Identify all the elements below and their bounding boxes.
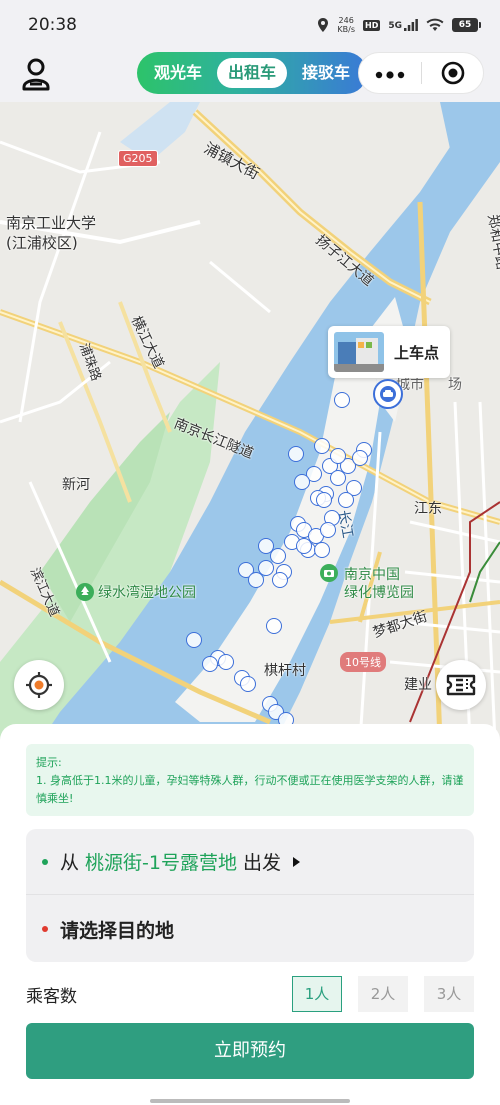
net-speed-value: 246 xyxy=(338,16,354,25)
signal-icon xyxy=(404,19,418,31)
departure-dot xyxy=(42,858,48,865)
target-close-icon xyxy=(441,61,464,85)
wetland-park-text: 绿水湾湿地公园 xyxy=(98,585,196,601)
passenger-option-2[interactable]: 2人 xyxy=(358,976,408,1012)
vehicle-marker[interactable] xyxy=(270,548,286,564)
vehicle-marker[interactable] xyxy=(338,492,354,508)
vehicle-marker[interactable] xyxy=(294,474,310,490)
passenger-option-1[interactable]: 1人 xyxy=(292,976,342,1012)
map-label-line10: 10号线 xyxy=(340,652,386,672)
hd-badge: HD xyxy=(363,19,381,31)
map-label-expo xyxy=(320,564,338,582)
ticket-icon xyxy=(446,674,476,696)
map-base xyxy=(0,102,500,742)
map-label-jiangdong: 江东 xyxy=(414,501,442,517)
departure-place: 桃源街-1号露营地 xyxy=(85,852,237,874)
map-label-g205: G205 xyxy=(118,150,158,167)
map-label-expo-line1: 南京中国 xyxy=(344,567,400,583)
passenger-selector: 乘客数 1人 2人 3人 xyxy=(26,976,474,1012)
location-icon xyxy=(318,18,329,32)
vehicle-marker[interactable] xyxy=(330,448,346,464)
mode-tabs: 观光车 出租车 接驳车 xyxy=(137,52,367,94)
vehicle-marker[interactable] xyxy=(314,542,330,558)
vehicle-marker[interactable] xyxy=(334,392,350,408)
destination-placeholder: 请选择目的地 xyxy=(60,919,175,942)
vehicle-marker[interactable] xyxy=(288,446,304,462)
more-menu-button[interactable] xyxy=(359,63,421,83)
locate-me-button[interactable] xyxy=(14,660,64,710)
destination-dot xyxy=(42,926,48,932)
book-now-button[interactable]: 立即预约 xyxy=(26,1023,474,1079)
map-view[interactable]: 浦镇大街 G205 南京工业大学 (江浦校区) 浦珠路 横江大道 扬子江大道 南… xyxy=(0,102,500,742)
user-icon xyxy=(22,58,50,91)
vehicle-marker[interactable] xyxy=(272,572,288,588)
miniprogram-capsule xyxy=(358,52,484,94)
battery-icon: 65 xyxy=(452,18,481,32)
museum-icon xyxy=(320,564,338,582)
vehicle-marker[interactable] xyxy=(218,654,234,670)
pickup-marker[interactable] xyxy=(373,379,403,409)
map-label-square: 场 xyxy=(448,377,462,393)
safety-notice: 提示: 1. 身高低于1.1米的儿童，孕妇等特殊人群，行动不便或正在使用医学支架… xyxy=(26,744,474,816)
departure-suffix: 出发 xyxy=(242,852,281,874)
net-speed-unit: KB/s xyxy=(337,25,355,34)
status-icons: 246 KB/s HD 5G 65 xyxy=(317,16,481,34)
vehicle-marker[interactable] xyxy=(186,632,202,648)
passenger-label: 乘客数 xyxy=(26,986,77,1007)
map-label-wetland-park: 绿水湾湿地公园 xyxy=(76,582,196,602)
vehicle-marker[interactable] xyxy=(352,450,368,466)
route-card: 从 桃源街-1号露营地 出发 请选择目的地 xyxy=(26,829,474,962)
status-time: 20:38 xyxy=(28,15,77,35)
tab-taxi[interactable]: 出租车 xyxy=(217,58,287,88)
car-icon xyxy=(380,386,396,402)
park-icon xyxy=(76,583,94,601)
vehicle-marker[interactable] xyxy=(320,522,336,538)
map-label-xinhe: 新河 xyxy=(62,477,90,493)
notice-title: 提示: xyxy=(36,756,62,769)
home-indicator xyxy=(150,1099,350,1103)
more-dots-icon xyxy=(375,71,405,79)
vehicle-marker[interactable] xyxy=(240,676,256,692)
passenger-option-3[interactable]: 3人 xyxy=(424,976,474,1012)
booking-panel: 提示: 1. 身高低于1.1米的儿童，孕妇等特殊人群，行动不便或正在使用医学支架… xyxy=(0,724,500,1105)
pickup-thumbnail xyxy=(334,332,384,372)
vehicle-marker[interactable] xyxy=(330,470,346,486)
vehicle-marker[interactable] xyxy=(248,572,264,588)
caret-right-icon xyxy=(292,856,300,867)
vehicle-marker[interactable] xyxy=(266,618,282,634)
map-label-qiganchun: 棋杆村 xyxy=(264,663,306,679)
tab-shuttle[interactable]: 接驳车 xyxy=(291,58,361,88)
notice-body: 1. 身高低于1.1米的儿童，孕妇等特殊人群，行动不便或正在使用医学支架的人群，… xyxy=(36,774,464,805)
top-header: 观光车 出租车 接驳车 xyxy=(0,50,500,102)
vehicle-marker[interactable] xyxy=(314,438,330,454)
destination-row[interactable]: 请选择目的地 xyxy=(26,896,474,962)
wifi-icon xyxy=(426,18,444,31)
signal-indicator: 5G xyxy=(388,19,418,31)
departure-prefix: 从 xyxy=(60,852,80,874)
close-miniprogram-button[interactable] xyxy=(422,61,483,85)
map-label-expo-line2: 绿化博览园 xyxy=(344,585,414,601)
map-label-nju-tech-campus: (江浦校区) xyxy=(6,234,78,252)
departure-row[interactable]: 从 桃源街-1号露营地 出发 xyxy=(26,829,474,895)
map-label-jianye: 建业 xyxy=(404,677,432,693)
vehicle-marker[interactable] xyxy=(316,492,332,508)
signal-label: 5G xyxy=(388,21,402,31)
map-label-nju-tech: 南京工业大学 xyxy=(6,214,97,232)
profile-button[interactable] xyxy=(20,56,52,94)
vehicle-marker[interactable] xyxy=(296,538,312,554)
crosshair-icon xyxy=(26,672,52,698)
pickup-point-card[interactable]: 上车点 xyxy=(328,326,450,378)
net-speed: 246 KB/s xyxy=(337,16,355,34)
passenger-options: 1人 2人 3人 xyxy=(292,976,474,1012)
status-bar: 20:38 246 KB/s HD 5G 65 xyxy=(0,0,500,50)
ticket-button[interactable] xyxy=(436,660,486,710)
vehicle-marker[interactable] xyxy=(202,656,218,672)
tab-sightseeing[interactable]: 观光车 xyxy=(143,58,213,88)
pickup-point-label: 上车点 xyxy=(394,343,440,362)
